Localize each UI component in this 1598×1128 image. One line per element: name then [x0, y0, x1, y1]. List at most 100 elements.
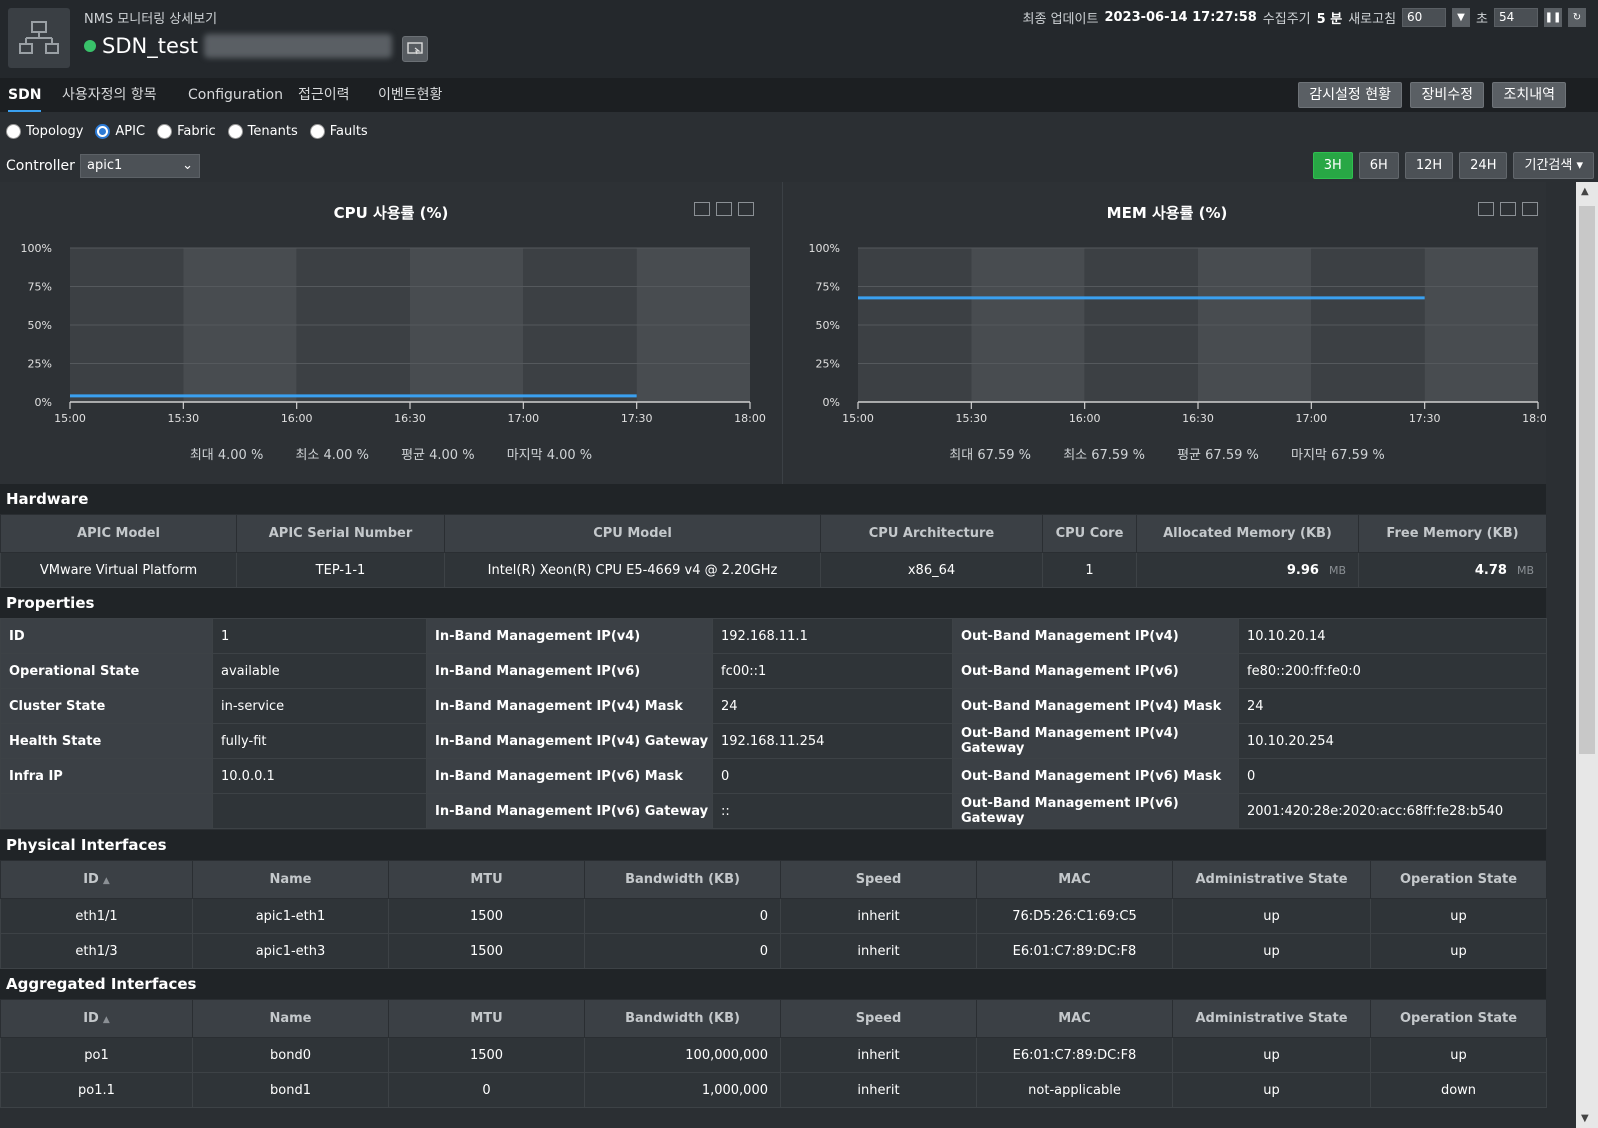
table-cell: 76:D5:26:C1:69:C5	[976, 898, 1173, 934]
column-header-label: Name	[269, 1011, 312, 1026]
column-header[interactable]: MAC	[976, 860, 1173, 899]
column-header[interactable]: APIC Model	[0, 514, 237, 553]
column-header[interactable]: Operation State	[1370, 999, 1547, 1038]
sort-icon[interactable]: ▲	[103, 876, 110, 886]
cpu-chart-panel: CPU 사용률 (%) 0% 25% 50% 75% 100% 15:00 15:30 16:…	[0, 182, 782, 484]
column-header-label: Speed	[855, 1011, 902, 1026]
range-3h-button[interactable]: 3H	[1312, 152, 1353, 179]
radio-circle[interactable]	[157, 124, 173, 139]
table-row: po1 bond0 1500 100,000,000 inherit E6:01:C7:8…	[0, 1037, 1547, 1073]
column-header-label: Administrative State	[1195, 872, 1348, 887]
column-header-label: ID	[83, 872, 99, 887]
radio-tenants[interactable]: Tenants	[227, 124, 298, 139]
scroll-thumb[interactable]	[1579, 206, 1595, 754]
y-tick-label: 100%	[809, 242, 840, 255]
period-search-button[interactable]: 기간검색 ▾	[1513, 152, 1594, 179]
column-header[interactable]: ID ▲	[0, 860, 193, 899]
column-header-label: MTU	[470, 1011, 503, 1026]
collect-value: 5 분	[1316, 12, 1343, 27]
column-header[interactable]: Name	[192, 860, 389, 899]
column-header[interactable]: Name	[192, 999, 389, 1038]
range-6h-button[interactable]: 6H	[1358, 152, 1399, 179]
pause-icon[interactable]: ❚❚	[1544, 8, 1562, 27]
image-export-icon[interactable]	[1500, 202, 1516, 216]
table-cell: eth1/1	[0, 898, 193, 934]
alloc-value: 9.96	[1286, 562, 1319, 578]
image-export-icon[interactable]	[716, 202, 732, 216]
column-header[interactable]: Bandwidth (KB)	[584, 860, 781, 899]
property-label: In-Band Management IP(v6)	[426, 653, 713, 689]
column-header[interactable]: Speed	[780, 999, 977, 1038]
tab-custom-items[interactable]: 사용자정의 항목	[62, 78, 157, 112]
column-header[interactable]: Bandwidth (KB)	[584, 999, 781, 1038]
tab-configuration[interactable]: Configuration	[188, 78, 283, 112]
action-history-button[interactable]: 조치내역	[1492, 82, 1566, 108]
cell-cpu-model: Intel(R) Xeon(R) CPU E5-4669 v4 @ 2.20GH…	[444, 552, 821, 588]
sort-icon[interactable]: ▲	[103, 1015, 110, 1025]
scroll-up-icon[interactable]: ▲	[1581, 186, 1589, 197]
column-header[interactable]: MAC	[976, 999, 1173, 1038]
column-header[interactable]: Administrative State	[1172, 999, 1371, 1038]
controller-select[interactable]: apic1 ⌄	[80, 154, 200, 178]
radio-label: APIC	[115, 124, 146, 139]
radio-faults[interactable]: Faults	[309, 124, 368, 139]
x-tick-label: 18:00	[734, 412, 766, 425]
edit-device-button[interactable]: 장비수정	[1410, 82, 1484, 108]
aggregated-interfaces-table: ID ▲ Name MTU Bandwidth (KB) Speed MAC Administ…	[0, 999, 1547, 1108]
property-row: Operational State available In-Band Manage…	[0, 653, 1547, 689]
monitor-settings-button[interactable]: 감시설정 현황	[1298, 82, 1402, 108]
column-header[interactable]: APIC Serial Number	[236, 514, 445, 553]
column-header[interactable]: Operation State	[1370, 860, 1547, 899]
header: NMS 모니터링 상세보기 SDN_test 최종 업데이트 2023-06-1…	[0, 0, 1598, 78]
radio-circle[interactable]	[6, 124, 21, 139]
print-icon[interactable]	[738, 202, 754, 216]
print-icon[interactable]	[1522, 202, 1538, 216]
redacted-ip	[204, 34, 393, 58]
column-header[interactable]: CPU Architecture	[820, 514, 1043, 553]
radio-apic[interactable]: APIC	[95, 124, 145, 139]
table-cell: up	[1370, 898, 1547, 934]
table-view-icon[interactable]	[694, 202, 710, 216]
tab-sdn[interactable]: SDN	[8, 78, 42, 112]
y-tick-label: 25%	[28, 358, 52, 371]
range-12h-button[interactable]: 12H	[1404, 152, 1454, 179]
radio-circle[interactable]	[227, 124, 243, 139]
column-header[interactable]: MTU	[388, 999, 585, 1038]
chevron-down-icon[interactable]: ▼	[1452, 8, 1471, 27]
table-cell: up	[1172, 1072, 1371, 1108]
column-header[interactable]: Speed	[780, 860, 977, 899]
column-header[interactable]: Administrative State	[1172, 860, 1371, 899]
device-link-button[interactable]	[402, 36, 428, 62]
refresh-interval-select[interactable]: 60	[1402, 8, 1447, 27]
tab-events[interactable]: 이벤트현황	[378, 78, 442, 112]
radio-topology[interactable]: Topology	[6, 124, 83, 139]
scroll-down-icon[interactable]: ▼	[1581, 1113, 1589, 1124]
range-24h-button[interactable]: 24H	[1459, 152, 1508, 179]
table-cell: up	[1172, 898, 1371, 934]
radio-circle[interactable]	[309, 124, 325, 139]
property-value: fe80::200:ff:fe0:0	[1238, 653, 1547, 689]
y-tick-label: 50%	[28, 319, 52, 332]
table-header-row: ID ▲ Name MTU Bandwidth (KB) Speed MAC Administ…	[0, 860, 1547, 899]
column-header-label: Name	[269, 872, 312, 887]
refresh-icon[interactable]: ↻	[1568, 8, 1586, 27]
table-cell: down	[1370, 1072, 1547, 1108]
property-label: Out-Band Management IP(v4)	[952, 618, 1239, 654]
status-dot-icon	[84, 40, 96, 52]
chart-toolbar	[694, 202, 754, 216]
table-cell: up	[1172, 933, 1371, 969]
y-tick-label: 0%	[823, 396, 840, 409]
radio-fabric[interactable]: Fabric	[157, 124, 216, 139]
vertical-scrollbar[interactable]: ▲ ▼	[1576, 182, 1598, 1128]
radio-circle-selected[interactable]	[95, 124, 111, 139]
column-header[interactable]: CPU Core	[1042, 514, 1137, 553]
column-header[interactable]: MTU	[388, 860, 585, 899]
column-header[interactable]: Free Memory (KB)	[1358, 514, 1547, 553]
mem-chart-svg: 0% 25% 50% 75% 100% 15:00 15:30 16:00 16:30 17:00…	[809, 242, 1546, 425]
table-view-icon[interactable]	[1478, 202, 1494, 216]
column-header[interactable]: Allocated Memory (KB)	[1136, 514, 1359, 553]
tab-access-history[interactable]: 접근이력	[298, 78, 350, 112]
column-header[interactable]: CPU Model	[444, 514, 821, 553]
column-header[interactable]: ID ▲	[0, 999, 193, 1038]
controller-label: Controller	[6, 158, 75, 174]
